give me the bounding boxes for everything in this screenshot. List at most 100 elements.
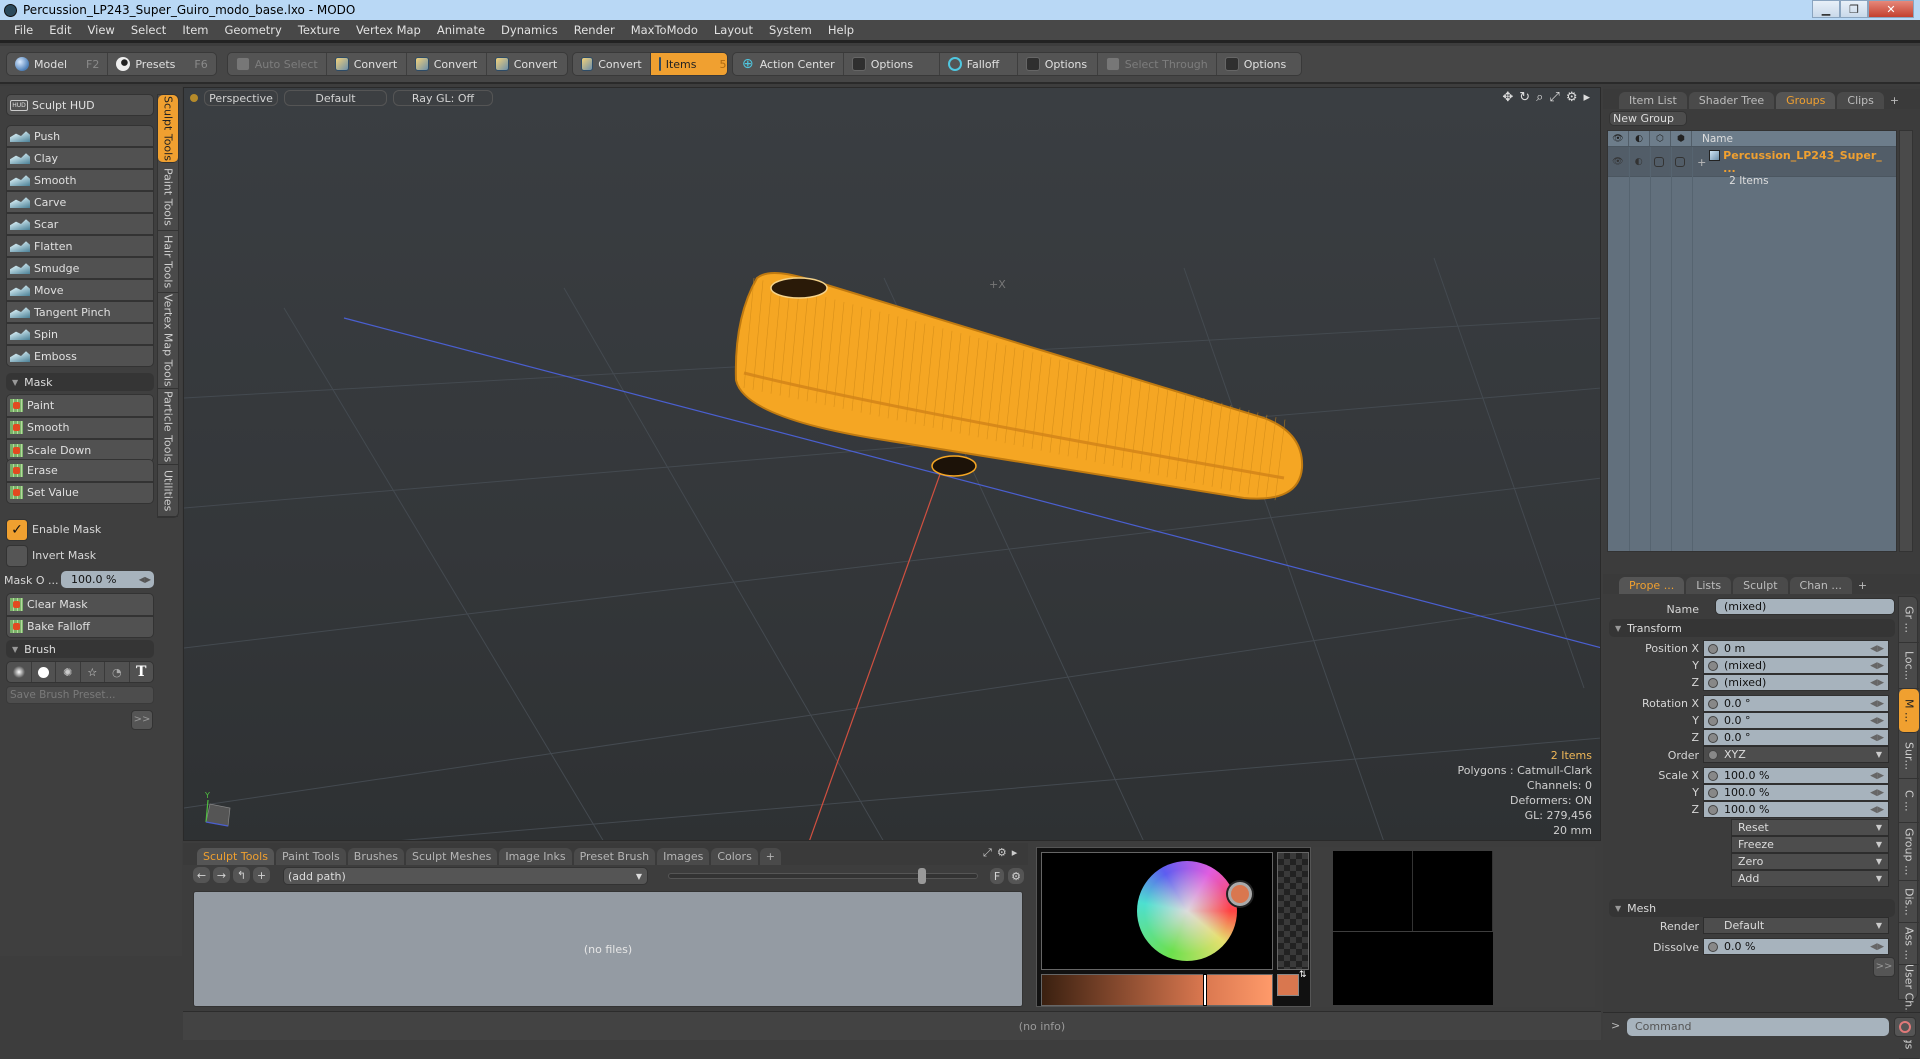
vtab-user-ch[interactable]: User Ch... [1899,964,1919,1017]
sculpt-tool-smooth[interactable]: Smooth [6,169,154,191]
lock-toggle[interactable] [1650,147,1671,176]
rotation-z-field[interactable]: 0.0 ° ◀▶ [1703,729,1889,746]
thumbnail-size-slider[interactable] [668,868,978,884]
menu-layout[interactable]: Layout [706,23,761,37]
position-x-field[interactable]: 0 m ◀▶ [1703,640,1889,657]
groups-scrollbar[interactable] [1899,130,1913,552]
tab-prope[interactable]: Prope ... [1619,577,1685,594]
vtab-group[interactable]: Group ... [1899,823,1919,881]
animate-channel-icon[interactable] [1708,699,1718,709]
vtab-gr[interactable]: Gr ... [1899,597,1919,643]
maximize-icon[interactable]: ⤢ [1549,90,1559,105]
color-wheel[interactable] [1137,861,1237,961]
menu-edit[interactable]: Edit [41,23,79,37]
tab-lists[interactable]: Lists [1686,577,1732,594]
animate-channel-icon[interactable] [1708,661,1718,671]
command-input[interactable]: Command [1627,1018,1889,1036]
bottom-tab-preset-brush[interactable]: Preset Brush [573,848,656,865]
mask-tool-erase[interactable]: Erase [6,459,154,482]
vtab-utilities[interactable]: Utilities [158,465,178,517]
falloff-options-button[interactable]: Options [1018,53,1098,75]
gear-icon[interactable]: ⚙ [1566,90,1578,105]
gear-icon[interactable]: ⚙ [997,846,1007,860]
bottom-tab-brushes[interactable]: Brushes [347,848,405,865]
back-arrow-icon[interactable]: ← [193,867,210,883]
path-dropdown[interactable]: (add path) ▼ [283,867,648,885]
swap-colors-icon[interactable]: ⇅ [1299,970,1307,980]
menu-view[interactable]: View [80,23,123,37]
group-row[interactable]: 👁 ◐ + Percussion_LP243_Super_ ... 2 Item… [1608,147,1896,187]
star-brush-icon[interactable]: ☆ [81,662,105,682]
vtab-dis[interactable]: Dis... [1899,881,1919,923]
menu-help[interactable]: Help [820,23,862,37]
animate-channel-icon[interactable] [1708,733,1718,743]
action-center-button[interactable]: ⊕ Action Center [733,53,844,75]
vtab-m[interactable]: M ... [1899,689,1919,733]
soft-brush-icon[interactable] [7,662,32,682]
animate-channel-icon[interactable] [1708,771,1718,781]
mask-tool-paint[interactable]: Paint [6,394,154,417]
animate-channel-icon[interactable] [1708,678,1718,688]
mask-opacity-field[interactable]: 100.0 % ◀▶ [61,571,154,588]
position-y-field[interactable]: (mixed) ◀▶ [1703,657,1889,674]
lock-column-icon[interactable]: ⬡ [1650,131,1671,146]
sculpt-tool-push[interactable]: Push [6,125,154,147]
add-path-plus-icon[interactable]: + [253,867,270,883]
sculpt-hud-button[interactable]: HUD Sculpt HUD [6,94,154,116]
vtab-particle-tools[interactable]: Particle Tools [158,389,178,465]
expand-plus-icon[interactable]: + [1697,156,1706,169]
tab-clips[interactable]: Clips [1837,92,1884,109]
visibility-toggle-icon[interactable]: 👁 [1608,147,1629,176]
rotate-icon[interactable]: ↻ [1519,90,1530,105]
rotation-y-field[interactable]: 0.0 ° ◀▶ [1703,712,1889,729]
scale-y-field[interactable]: 100.0 % ◀▶ [1703,784,1889,801]
new-group-button[interactable]: New Group [1609,111,1687,126]
hard-brush-icon[interactable] [32,662,56,682]
view-type-dropdown[interactable]: Perspective [204,90,278,106]
menu-file[interactable]: File [6,23,41,37]
select-toggle[interactable] [1670,147,1692,176]
maximize-icon[interactable]: ⤢ [983,846,992,860]
model-button[interactable]: Model F2 [7,53,109,75]
scale-x-field[interactable]: 100.0 % ◀▶ [1703,767,1889,784]
enable-mask-checkbox[interactable]: ✓ [6,519,28,541]
file-browser[interactable]: (no files) [193,891,1023,1007]
text-brush-icon[interactable]: T [130,662,154,682]
procedural-brush-icon[interactable]: ✺ [56,662,81,682]
record-macro-button[interactable] [1894,1017,1916,1037]
transform-add-dropdown[interactable]: Add ▼ [1731,870,1889,887]
forward-arrow-icon[interactable]: → [213,867,230,883]
tab-shader-tree[interactable]: Shader Tree [1688,92,1775,109]
scale-z-field[interactable]: 100.0 % ◀▶ [1703,801,1889,818]
animate-channel-icon[interactable] [1708,716,1718,726]
gear-icon[interactable]: ⚙ [1008,868,1024,884]
minimize-button[interactable]: ▁ [1812,0,1840,18]
menu-dynamics[interactable]: Dynamics [493,23,566,37]
shading-style-dropdown[interactable]: Default [284,90,387,106]
animate-channel-icon[interactable] [1708,942,1718,952]
items-mode-button[interactable]: Items 5 [650,53,727,75]
transform-zero-dropdown[interactable]: Zero ▼ [1731,853,1889,870]
mask-tool-set-value[interactable]: Set Value [6,481,154,504]
zoom-icon[interactable]: ⌕ [1536,90,1543,105]
tab-groups[interactable]: Groups [1776,92,1836,109]
bottom-tab-image-inks[interactable]: Image Inks [499,848,572,865]
menu-vertex-map[interactable]: Vertex Map [348,23,429,37]
value-slider[interactable] [1041,974,1273,1006]
position-z-field[interactable]: (mixed) ◀▶ [1703,674,1889,691]
add-tab-plus-icon[interactable]: + [759,848,782,865]
convert-vertices-button[interactable]: Convert [327,53,407,75]
menu-maxtomodo[interactable]: MaxToModo [623,23,706,37]
color-wheel-area[interactable] [1041,852,1273,970]
brush-section-header[interactable]: ▼ Brush [6,640,154,658]
tab-sculpt[interactable]: Sculpt [1733,577,1788,594]
sculpt-tool-emboss[interactable]: Emboss [6,345,154,367]
animate-channel-icon[interactable] [1708,788,1718,798]
bottom-tab-colors[interactable]: Colors [711,848,758,865]
mask-tool-smooth[interactable]: Smooth [6,416,154,439]
vtab-sculpt-tools[interactable]: Sculpt Tools [158,95,178,163]
sculpt-tool-clay[interactable]: Clay [6,147,154,169]
presets-button[interactable]: Presets F6 [108,53,215,75]
convert-polygons-button[interactable]: Convert [487,53,567,75]
menu-geometry[interactable]: Geometry [217,23,290,37]
